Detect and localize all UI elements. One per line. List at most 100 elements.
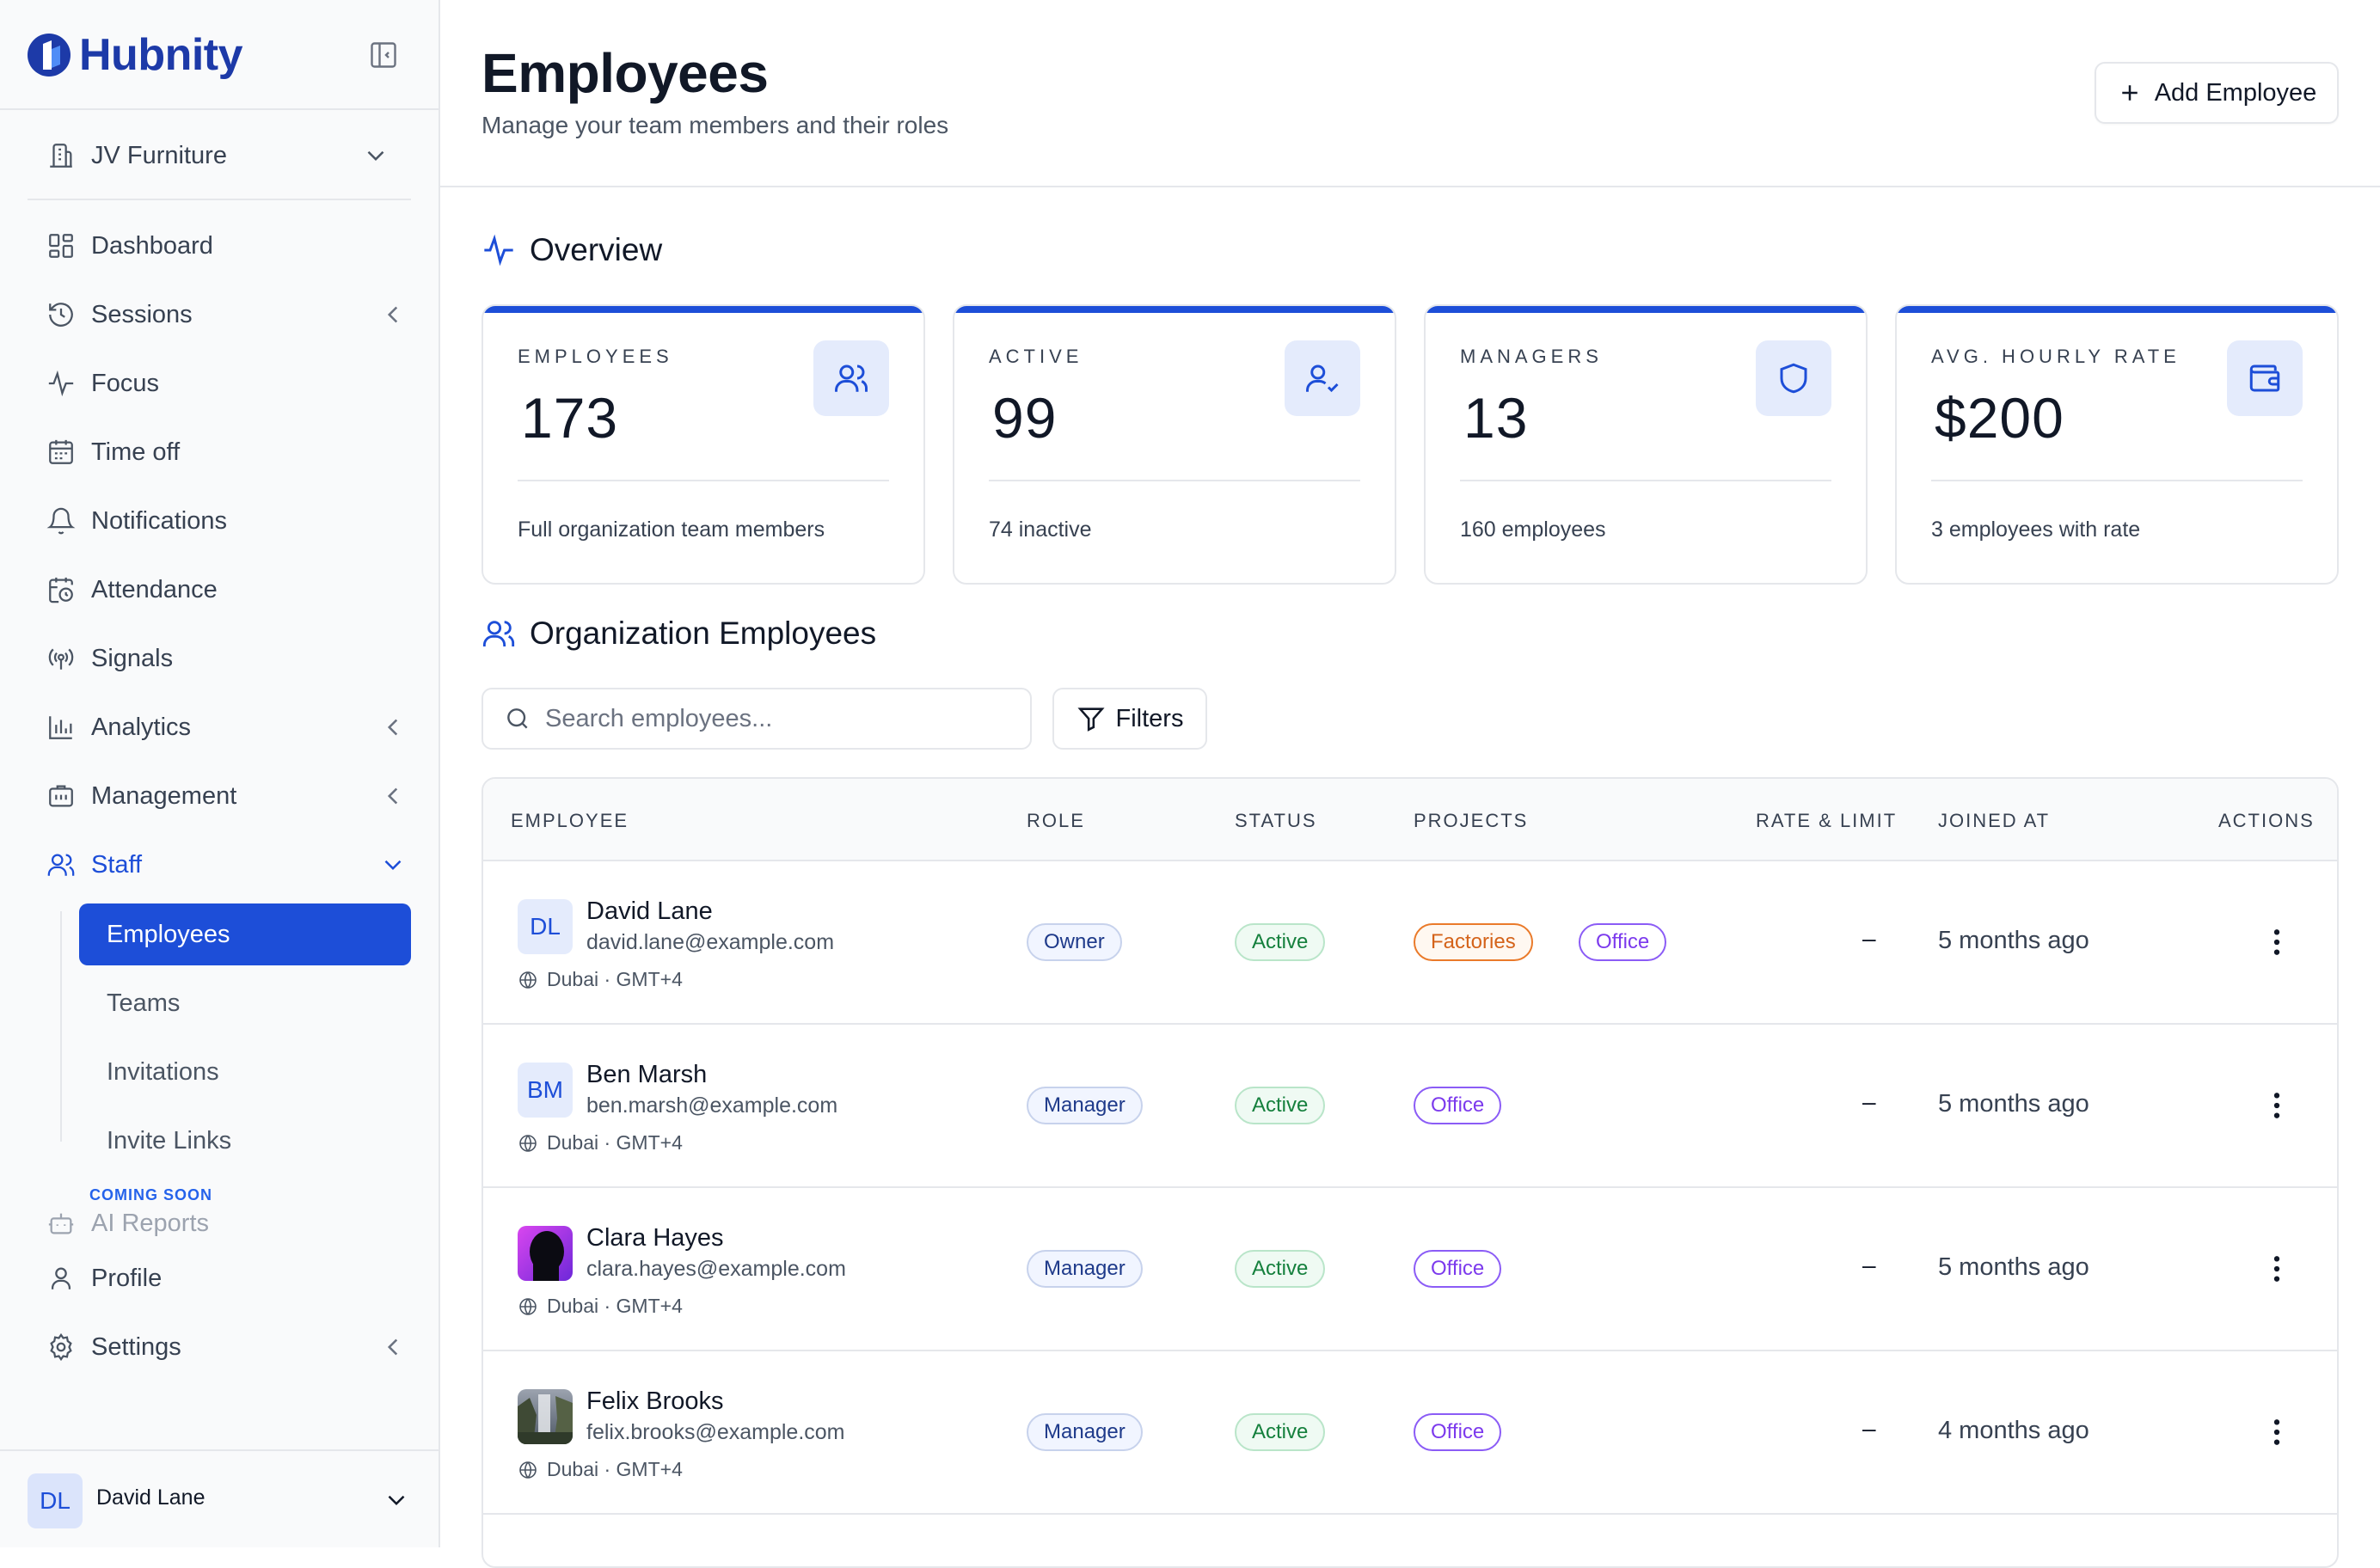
nav-item-staff[interactable]: Staff [46, 843, 408, 886]
column-header-employee[interactable]: EMPLOYEE [511, 810, 629, 832]
subnav-item-label: Invite Links [107, 1126, 232, 1155]
sidebar: Hubnity JV Furniture Dashboard Sessions … [0, 0, 440, 1547]
stat-label: MANAGERS [1460, 346, 1603, 367]
role-badge: Manager [1027, 1250, 1143, 1288]
panel-left-icon [371, 42, 396, 68]
gear-icon [50, 1332, 72, 1362]
brand-logo[interactable]: Hubnity [26, 29, 243, 81]
chevron-left-icon [387, 306, 398, 323]
stat-value: 99 [992, 386, 1058, 450]
nav-item-focus[interactable]: Focus [46, 362, 408, 405]
table-row[interactable]: Clara Hayes clara.hayes@example.com Duba… [483, 1188, 2337, 1351]
subnav-item-invite-links[interactable]: Invite Links [79, 1110, 411, 1172]
add-employee-label: Add Employee [2154, 78, 2317, 107]
rate-limit-value: – [1862, 1088, 1876, 1115]
subnav-item-invitations[interactable]: Invitations [79, 1041, 411, 1103]
row-actions-button[interactable] [2260, 925, 2294, 959]
bot-icon [48, 1213, 74, 1234]
building-icon [50, 144, 72, 168]
employee-email: felix.brooks@example.com [586, 1420, 845, 1444]
employee-email: ben.marsh@example.com [586, 1093, 838, 1118]
role-badge: Manager [1027, 1413, 1143, 1451]
subnav-item-teams[interactable]: Teams [79, 972, 411, 1034]
employee-name[interactable]: Clara Hayes [586, 1224, 724, 1253]
wallet-icon [2249, 364, 2280, 392]
avatar-photo [518, 1389, 573, 1444]
search-input[interactable] [545, 704, 1027, 733]
org-divider [28, 199, 411, 200]
card-accent-bar [954, 306, 1395, 313]
table-row[interactable]: Felix Brooks felix.brooks@example.com Du… [483, 1351, 2337, 1515]
table-header: EMPLOYEE ROLE STATUS PROJECTS RATE & LIM… [483, 779, 2337, 861]
row-actions-button[interactable] [2260, 1415, 2294, 1449]
nav-item-label: Signals [91, 644, 174, 672]
subnav-item-label: Employees [107, 920, 230, 948]
nav-item-management[interactable]: Management [46, 775, 408, 818]
calendar-clock-icon [49, 577, 73, 603]
more-vertical-icon [2273, 1093, 2280, 1118]
current-user-menu[interactable]: DL David Lane [0, 1449, 440, 1547]
nav-item-dashboard[interactable]: Dashboard [46, 224, 408, 267]
avatar [518, 1226, 573, 1281]
nav-item-attendance[interactable]: Attendance [46, 568, 408, 611]
employee-name[interactable]: Felix Brooks [586, 1387, 724, 1416]
search-box[interactable] [482, 688, 1032, 750]
add-employee-button[interactable]: Add Employee [2095, 62, 2339, 124]
organization-switcher[interactable]: JV Furniture [46, 136, 390, 175]
row-actions-button[interactable] [2260, 1252, 2294, 1286]
card-divider [1460, 480, 1831, 481]
stat-card-managers: MANAGERS 13 160 employees [1424, 304, 1868, 585]
calendar-icon [49, 439, 73, 464]
nav-item-label: Analytics [91, 713, 192, 741]
nav-item-settings[interactable]: Settings [46, 1326, 408, 1369]
more-vertical-icon [2273, 929, 2280, 955]
column-header-projects[interactable]: PROJECTS [1414, 810, 1528, 832]
brand-name: Hubnity [79, 30, 243, 80]
organization-name: JV Furniture [91, 141, 227, 169]
radio-icon [48, 648, 74, 670]
nav-item-label: Time off [91, 438, 181, 466]
stat-value: 173 [521, 386, 619, 450]
nav-item-label: Focus [91, 369, 159, 397]
stat-note: 160 employees [1460, 518, 1606, 542]
page-subtitle: Manage your team members and their roles [482, 112, 949, 138]
filters-button[interactable]: Filters [1052, 688, 1207, 750]
nav-item-notifications[interactable]: Notifications [46, 499, 408, 542]
nav-item-ai-reports: AI Reports [46, 1202, 408, 1245]
nav-item-sessions[interactable]: Sessions [46, 293, 408, 336]
column-header-rate-limit[interactable]: RATE & LIMIT [1756, 810, 1897, 832]
globe-icon [519, 971, 537, 989]
globe-icon [519, 1297, 537, 1315]
stat-icon-box [2227, 340, 2303, 416]
table-row[interactable]: BM Ben Marsh ben.marsh@example.com Dubai… [483, 1025, 2337, 1188]
table-row[interactable]: DL David Lane david.lane@example.com Dub… [483, 861, 2337, 1025]
avatar: BM [518, 1063, 573, 1118]
header-divider [440, 186, 2380, 187]
nav-item-signals[interactable]: Signals [46, 637, 408, 680]
role-badge: Owner [1027, 923, 1122, 961]
employee-location: Dubai · GMT+4 [518, 1131, 683, 1155]
stat-label: AVG. HOURLY RATE [1931, 346, 2181, 367]
nav-item-label: Attendance [91, 575, 218, 603]
nav-item-profile[interactable]: Profile [46, 1257, 408, 1300]
avatar: DL [28, 1473, 83, 1528]
sidebar-collapse-button[interactable] [368, 40, 399, 70]
org-employees-heading: Organization Employees [482, 616, 876, 652]
chevron-down-icon [367, 150, 384, 162]
status-badge: Active [1235, 1087, 1326, 1124]
location-text: Dubai · GMT+4 [547, 1295, 683, 1317]
employee-location: Dubai · GMT+4 [518, 1295, 683, 1318]
employee-name[interactable]: David Lane [586, 897, 713, 926]
nav-item-time-off[interactable]: Time off [46, 431, 408, 474]
employee-email: clara.hayes@example.com [586, 1257, 846, 1281]
card-accent-bar [483, 306, 923, 313]
column-header-joined-at[interactable]: JOINED AT [1938, 810, 2050, 832]
bar-chart-icon [49, 716, 72, 739]
chevron-down-icon [388, 1495, 405, 1506]
subnav-item-employees[interactable]: Employees [79, 903, 411, 965]
nav-item-analytics[interactable]: Analytics [46, 706, 408, 749]
column-header-role[interactable]: ROLE [1027, 810, 1085, 832]
employee-name[interactable]: Ben Marsh [586, 1061, 707, 1089]
column-header-status[interactable]: STATUS [1235, 810, 1317, 832]
row-actions-button[interactable] [2260, 1088, 2294, 1123]
